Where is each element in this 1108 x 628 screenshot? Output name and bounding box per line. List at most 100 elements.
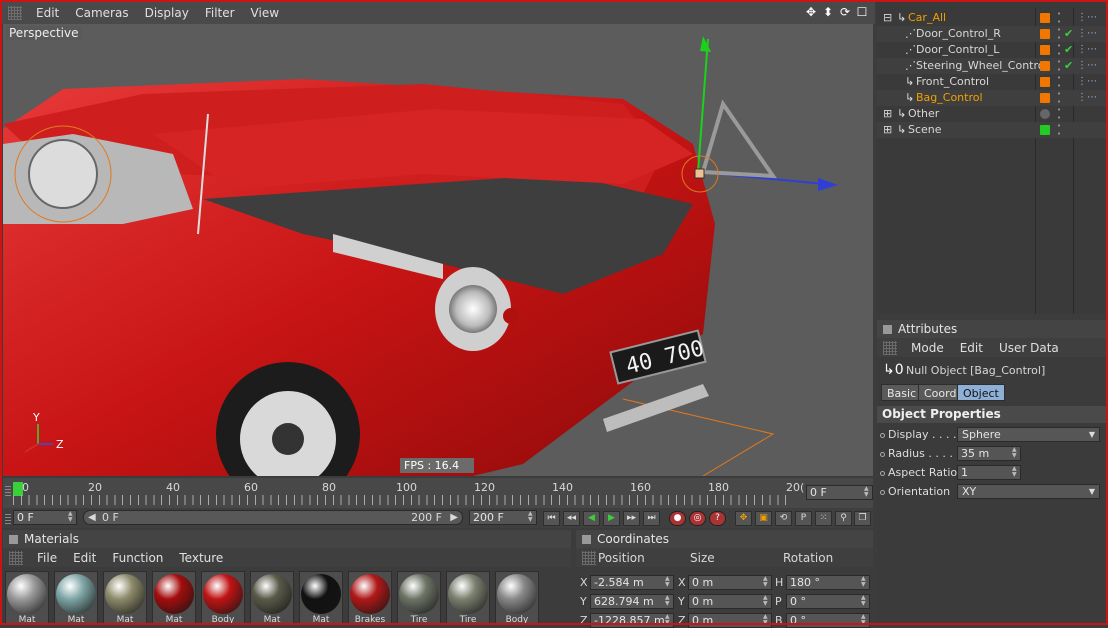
- animate-dot-icon[interactable]: [880, 432, 885, 438]
- material-swatch[interactable]: Mat: [299, 571, 343, 625]
- grip-icon[interactable]: [582, 550, 596, 565]
- layer-color-icon[interactable]: [1040, 109, 1050, 119]
- object-row[interactable]: ⋰ Steering_Wheel_Control • • ✔ ⋮⋯: [877, 58, 1106, 74]
- rotation-field[interactable]: 0 °: [786, 613, 870, 628]
- visibility-dots-icon[interactable]: • •: [1057, 74, 1061, 90]
- visibility-dots-icon[interactable]: • •: [1057, 122, 1061, 138]
- material-swatch[interactable]: Tire: [397, 571, 441, 625]
- size-field[interactable]: 0 m: [688, 575, 772, 590]
- enabled-check-icon[interactable]: ✔: [1064, 26, 1073, 42]
- expand-toggle-icon[interactable]: ⊞: [883, 106, 892, 122]
- property-field[interactable]: 1: [957, 465, 1021, 480]
- rotate-view-icon[interactable]: ⟳: [838, 5, 852, 19]
- record-icon[interactable]: ●: [669, 511, 686, 526]
- key-scale-icon[interactable]: ▣: [755, 511, 772, 526]
- object-row[interactable]: ⊞ ↳ Scene • •: [877, 122, 1106, 138]
- tab-basic[interactable]: Basic: [881, 384, 923, 401]
- materials-menu-texture[interactable]: Texture: [171, 551, 231, 565]
- start-frame-field[interactable]: 0 F: [13, 510, 77, 525]
- object-row[interactable]: ⊞ ↳ Other • •: [877, 106, 1106, 122]
- grip-icon[interactable]: [883, 340, 897, 355]
- tag-icon[interactable]: ⋮⋯: [1077, 42, 1097, 58]
- visibility-dots-icon[interactable]: • •: [1057, 26, 1061, 42]
- current-frame-field[interactable]: 0 F: [806, 485, 873, 500]
- size-field[interactable]: 0 m: [688, 594, 772, 609]
- key-pla-icon[interactable]: ⁙: [815, 511, 832, 526]
- object-row[interactable]: ↳ Bag_Control • • ⋮⋯: [877, 90, 1106, 106]
- material-swatch[interactable]: Mat: [250, 571, 294, 625]
- object-name[interactable]: Door_Control_L: [916, 42, 999, 58]
- object-name[interactable]: Car_All: [908, 10, 946, 26]
- transport-grip[interactable]: [5, 512, 11, 524]
- object-name[interactable]: Bag_Control: [916, 90, 983, 106]
- tab-object[interactable]: Object: [957, 384, 1005, 401]
- menu-display[interactable]: Display: [137, 6, 197, 20]
- enabled-check-icon[interactable]: ✔: [1064, 42, 1073, 58]
- animate-dot-icon[interactable]: [880, 489, 885, 495]
- goto-start-icon[interactable]: ⏮: [543, 511, 560, 526]
- animate-dot-icon[interactable]: [880, 451, 885, 457]
- key-position-icon[interactable]: ✥: [735, 511, 752, 526]
- property-dropdown[interactable]: Sphere: [957, 427, 1100, 442]
- attributes-menu-mode[interactable]: Mode: [903, 341, 952, 355]
- layer-color-icon[interactable]: [1040, 45, 1050, 55]
- key-parameter-icon[interactable]: P: [795, 511, 812, 526]
- key-rotation-icon[interactable]: ⟲: [775, 511, 792, 526]
- visibility-dots-icon[interactable]: • •: [1057, 90, 1061, 106]
- preview-range-slider[interactable]: ◀ 0 F 200 F ▶: [83, 510, 463, 525]
- layer-color-icon[interactable]: [1040, 61, 1050, 71]
- move-view-icon[interactable]: ✥: [804, 5, 818, 19]
- enabled-check-icon[interactable]: ✔: [1064, 58, 1073, 74]
- material-swatch[interactable]: Body: [201, 571, 245, 625]
- expand-toggle-icon[interactable]: ⊞: [883, 122, 892, 138]
- animate-dot-icon[interactable]: [880, 470, 885, 476]
- object-name[interactable]: Front_Control: [916, 74, 989, 90]
- materials-menu-edit[interactable]: Edit: [65, 551, 104, 565]
- scheme-icon[interactable]: ⚲: [835, 511, 852, 526]
- rotation-field[interactable]: 0 °: [786, 594, 870, 609]
- keyframe-help-icon[interactable]: ?: [709, 511, 726, 526]
- expand-toggle-icon[interactable]: ⊟: [883, 10, 892, 26]
- visibility-dots-icon[interactable]: • •: [1057, 58, 1061, 74]
- layer-color-icon[interactable]: [1040, 77, 1050, 87]
- object-row[interactable]: ⋰ Door_Control_R • • ✔ ⋮⋯: [877, 26, 1106, 42]
- range-right-arrow[interactable]: ▶: [450, 511, 458, 524]
- goto-end-icon[interactable]: ⏭: [643, 511, 660, 526]
- property-dropdown[interactable]: XY: [957, 484, 1100, 499]
- layer-color-icon[interactable]: [1040, 125, 1050, 135]
- material-swatch[interactable]: Mat: [54, 571, 98, 625]
- layer-color-icon[interactable]: [1040, 29, 1050, 39]
- tag-icon[interactable]: ⋮⋯: [1077, 58, 1097, 74]
- material-swatch[interactable]: Mat: [103, 571, 147, 625]
- tag-icon[interactable]: ⋮⋯: [1077, 90, 1097, 106]
- autokey-icon[interactable]: ◎: [689, 511, 706, 526]
- object-name[interactable]: Other: [908, 106, 939, 122]
- grip-icon[interactable]: [8, 6, 22, 20]
- visibility-dots-icon[interactable]: • •: [1057, 10, 1061, 26]
- next-key-icon[interactable]: ▸▸: [623, 511, 640, 526]
- object-row[interactable]: ↳ Front_Control • • ⋮⋯: [877, 74, 1106, 90]
- menu-filter[interactable]: Filter: [197, 6, 243, 20]
- timeline-grip[interactable]: [5, 484, 11, 496]
- materials-menu-function[interactable]: Function: [104, 551, 171, 565]
- timeline-window-icon[interactable]: ❐: [854, 511, 871, 526]
- property-field[interactable]: 35 m: [957, 446, 1021, 461]
- visibility-dots-icon[interactable]: • •: [1057, 42, 1061, 58]
- layer-color-icon[interactable]: [1040, 93, 1050, 103]
- menu-edit[interactable]: Edit: [28, 6, 67, 20]
- range-left-arrow[interactable]: ◀: [88, 511, 96, 524]
- timeline[interactable]: 0 20 40 60 80 100 120 140 160 180 20( 0 …: [3, 478, 873, 510]
- prev-key-icon[interactable]: ◂◂: [563, 511, 580, 526]
- attributes-menu-userdata[interactable]: User Data: [991, 341, 1067, 355]
- position-field[interactable]: 628.794 m: [590, 594, 674, 609]
- menu-cameras[interactable]: Cameras: [67, 6, 136, 20]
- maximize-view-icon[interactable]: ☐: [855, 5, 869, 19]
- material-swatch[interactable]: Mat: [152, 571, 196, 625]
- material-swatch[interactable]: Mat: [5, 571, 49, 625]
- viewport-perspective[interactable]: 40 700 Y Z Perspective FPS : 16.4: [3, 24, 873, 476]
- attributes-menu-edit[interactable]: Edit: [952, 341, 991, 355]
- object-row[interactable]: ⋰ Door_Control_L • • ✔ ⋮⋯: [877, 42, 1106, 58]
- size-field[interactable]: 0 m: [688, 613, 772, 628]
- grip-icon[interactable]: [9, 550, 23, 565]
- play-backward-icon[interactable]: ◀: [583, 511, 600, 526]
